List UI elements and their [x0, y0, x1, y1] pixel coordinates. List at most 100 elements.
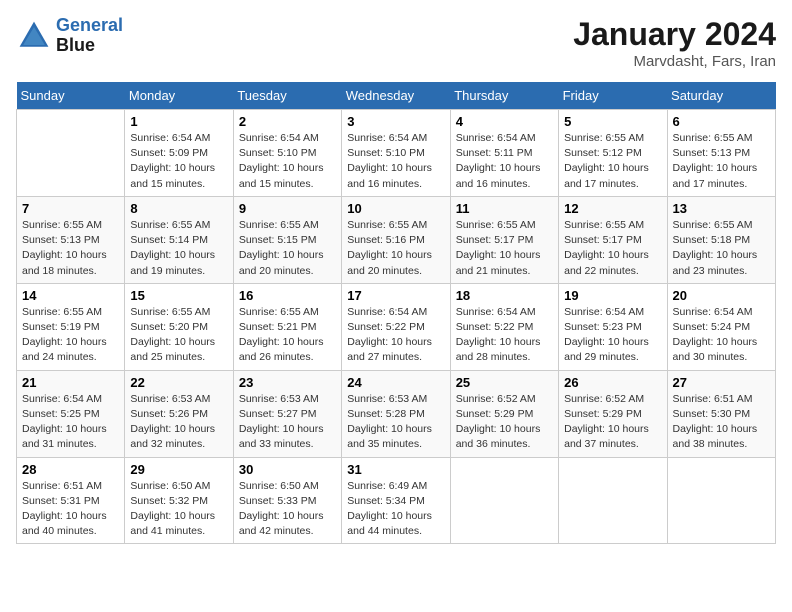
day-cell: 13 Sunrise: 6:55 AMSunset: 5:18 PMDayligh…	[667, 196, 775, 283]
day-cell: 17 Sunrise: 6:54 AMSunset: 5:22 PMDayligh…	[342, 283, 450, 370]
weekday-header-monday: Monday	[125, 82, 233, 110]
day-cell: 5 Sunrise: 6:55 AMSunset: 5:12 PMDaylight…	[559, 110, 667, 197]
day-info: Sunrise: 6:49 AMSunset: 5:34 PMDaylight:…	[347, 479, 444, 540]
logo-icon	[16, 18, 52, 54]
day-number: 26	[564, 375, 661, 390]
title-block: January 2024 Marvdasht, Fars, Iran	[573, 16, 776, 70]
day-info: Sunrise: 6:55 AMSunset: 5:12 PMDaylight:…	[564, 131, 661, 192]
day-number: 31	[347, 462, 444, 477]
calendar-table: SundayMondayTuesdayWednesdayThursdayFrid…	[16, 82, 776, 544]
day-cell: 21Sunrise: 6:54 AMSunset: 5:25 PMDayligh…	[17, 370, 125, 457]
day-cell: 26 Sunrise: 6:52 AMSunset: 5:29 PMDayligh…	[559, 370, 667, 457]
day-number: 7	[22, 201, 119, 216]
day-info: Sunrise: 6:54 AMSunset: 5:24 PMDaylight:…	[673, 305, 770, 366]
day-info: Sunrise: 6:54 AMSunset: 5:09 PMDaylight:…	[130, 131, 227, 192]
day-number: 14	[22, 288, 119, 303]
logo: General Blue	[16, 16, 123, 56]
day-number: 11	[456, 201, 553, 216]
day-cell: 15Sunrise: 6:55 AMSunset: 5:20 PMDayligh…	[125, 283, 233, 370]
day-number: 28	[22, 462, 119, 477]
day-number: 27	[673, 375, 770, 390]
day-cell: 1 Sunrise: 6:54 AMSunset: 5:09 PMDaylight…	[125, 110, 233, 197]
day-cell: 3 Sunrise: 6:54 AMSunset: 5:10 PMDaylight…	[342, 110, 450, 197]
day-cell: 10 Sunrise: 6:55 AMSunset: 5:16 PMDayligh…	[342, 196, 450, 283]
month-title: January 2024	[573, 16, 776, 53]
day-info: Sunrise: 6:54 AMSunset: 5:22 PMDaylight:…	[347, 305, 444, 366]
week-row-2: 7 Sunrise: 6:55 AMSunset: 5:13 PMDaylight…	[17, 196, 776, 283]
day-number: 24	[347, 375, 444, 390]
day-info: Sunrise: 6:51 AMSunset: 5:30 PMDaylight:…	[673, 392, 770, 453]
week-row-3: 14 Sunrise: 6:55 AMSunset: 5:19 PMDayligh…	[17, 283, 776, 370]
day-number: 29	[130, 462, 227, 477]
day-number: 13	[673, 201, 770, 216]
day-info: Sunrise: 6:55 AMSunset: 5:16 PMDaylight:…	[347, 218, 444, 279]
day-cell: 19Sunrise: 6:54 AMSunset: 5:23 PMDayligh…	[559, 283, 667, 370]
day-number: 16	[239, 288, 336, 303]
day-info: Sunrise: 6:53 AMSunset: 5:26 PMDaylight:…	[130, 392, 227, 453]
day-cell: 16 Sunrise: 6:55 AMSunset: 5:21 PMDayligh…	[233, 283, 341, 370]
day-info: Sunrise: 6:51 AMSunset: 5:31 PMDaylight:…	[22, 479, 119, 540]
day-info: Sunrise: 6:55 AMSunset: 5:17 PMDaylight:…	[456, 218, 553, 279]
day-number: 12	[564, 201, 661, 216]
day-info: Sunrise: 6:50 AMSunset: 5:32 PMDaylight:…	[130, 479, 227, 540]
day-cell: 7 Sunrise: 6:55 AMSunset: 5:13 PMDaylight…	[17, 196, 125, 283]
day-cell: 31 Sunrise: 6:49 AMSunset: 5:34 PMDayligh…	[342, 457, 450, 544]
day-number: 19	[564, 288, 661, 303]
day-info: Sunrise: 6:55 AMSunset: 5:21 PMDaylight:…	[239, 305, 336, 366]
day-info: Sunrise: 6:52 AMSunset: 5:29 PMDaylight:…	[564, 392, 661, 453]
day-info: Sunrise: 6:54 AMSunset: 5:22 PMDaylight:…	[456, 305, 553, 366]
day-info: Sunrise: 6:55 AMSunset: 5:17 PMDaylight:…	[564, 218, 661, 279]
day-info: Sunrise: 6:55 AMSunset: 5:14 PMDaylight:…	[130, 218, 227, 279]
day-cell: 27 Sunrise: 6:51 AMSunset: 5:30 PMDayligh…	[667, 370, 775, 457]
day-cell: 22 Sunrise: 6:53 AMSunset: 5:26 PMDayligh…	[125, 370, 233, 457]
day-info: Sunrise: 6:55 AMSunset: 5:19 PMDaylight:…	[22, 305, 119, 366]
day-number: 6	[673, 114, 770, 129]
day-info: Sunrise: 6:55 AMSunset: 5:20 PMDaylight:…	[130, 305, 227, 366]
day-info: Sunrise: 6:54 AMSunset: 5:10 PMDaylight:…	[239, 131, 336, 192]
day-info: Sunrise: 6:50 AMSunset: 5:33 PMDaylight:…	[239, 479, 336, 540]
day-cell: 6 Sunrise: 6:55 AMSunset: 5:13 PMDaylight…	[667, 110, 775, 197]
day-cell: 30 Sunrise: 6:50 AMSunset: 5:33 PMDayligh…	[233, 457, 341, 544]
day-cell: 29 Sunrise: 6:50 AMSunset: 5:32 PMDayligh…	[125, 457, 233, 544]
weekday-header-saturday: Saturday	[667, 82, 775, 110]
day-cell: 14 Sunrise: 6:55 AMSunset: 5:19 PMDayligh…	[17, 283, 125, 370]
day-number: 22	[130, 375, 227, 390]
day-cell: 23 Sunrise: 6:53 AMSunset: 5:27 PMDayligh…	[233, 370, 341, 457]
logo-text: General Blue	[56, 16, 123, 56]
day-cell: 24 Sunrise: 6:53 AMSunset: 5:28 PMDayligh…	[342, 370, 450, 457]
weekday-header-friday: Friday	[559, 82, 667, 110]
day-cell: 4Sunrise: 6:54 AMSunset: 5:11 PMDaylight…	[450, 110, 558, 197]
day-cell: 12 Sunrise: 6:55 AMSunset: 5:17 PMDayligh…	[559, 196, 667, 283]
day-number: 10	[347, 201, 444, 216]
day-number: 25	[456, 375, 553, 390]
day-info: Sunrise: 6:53 AMSunset: 5:28 PMDaylight:…	[347, 392, 444, 453]
day-cell: 8Sunrise: 6:55 AMSunset: 5:14 PMDaylight…	[125, 196, 233, 283]
day-cell: 9Sunrise: 6:55 AMSunset: 5:15 PMDaylight…	[233, 196, 341, 283]
day-number: 21	[22, 375, 119, 390]
day-number: 2	[239, 114, 336, 129]
day-info: Sunrise: 6:54 AMSunset: 5:10 PMDaylight:…	[347, 131, 444, 192]
day-number: 5	[564, 114, 661, 129]
location-title: Marvdasht, Fars, Iran	[573, 53, 776, 70]
day-info: Sunrise: 6:55 AMSunset: 5:13 PMDaylight:…	[673, 131, 770, 192]
weekday-header-wednesday: Wednesday	[342, 82, 450, 110]
day-cell: 18Sunrise: 6:54 AMSunset: 5:22 PMDayligh…	[450, 283, 558, 370]
weekday-header-row: SundayMondayTuesdayWednesdayThursdayFrid…	[17, 82, 776, 110]
day-info: Sunrise: 6:55 AMSunset: 5:18 PMDaylight:…	[673, 218, 770, 279]
day-info: Sunrise: 6:53 AMSunset: 5:27 PMDaylight:…	[239, 392, 336, 453]
day-info: Sunrise: 6:55 AMSunset: 5:13 PMDaylight:…	[22, 218, 119, 279]
day-number: 4	[456, 114, 553, 129]
week-row-5: 28 Sunrise: 6:51 AMSunset: 5:31 PMDayligh…	[17, 457, 776, 544]
day-number: 3	[347, 114, 444, 129]
week-row-1: 1 Sunrise: 6:54 AMSunset: 5:09 PMDaylight…	[17, 110, 776, 197]
day-info: Sunrise: 6:52 AMSunset: 5:29 PMDaylight:…	[456, 392, 553, 453]
day-cell: 25 Sunrise: 6:52 AMSunset: 5:29 PMDayligh…	[450, 370, 558, 457]
day-info: Sunrise: 6:55 AMSunset: 5:15 PMDaylight:…	[239, 218, 336, 279]
day-number: 30	[239, 462, 336, 477]
day-number: 1	[130, 114, 227, 129]
day-number: 23	[239, 375, 336, 390]
day-number: 17	[347, 288, 444, 303]
day-number: 20	[673, 288, 770, 303]
weekday-header-sunday: Sunday	[17, 82, 125, 110]
day-cell: 20 Sunrise: 6:54 AMSunset: 5:24 PMDayligh…	[667, 283, 775, 370]
